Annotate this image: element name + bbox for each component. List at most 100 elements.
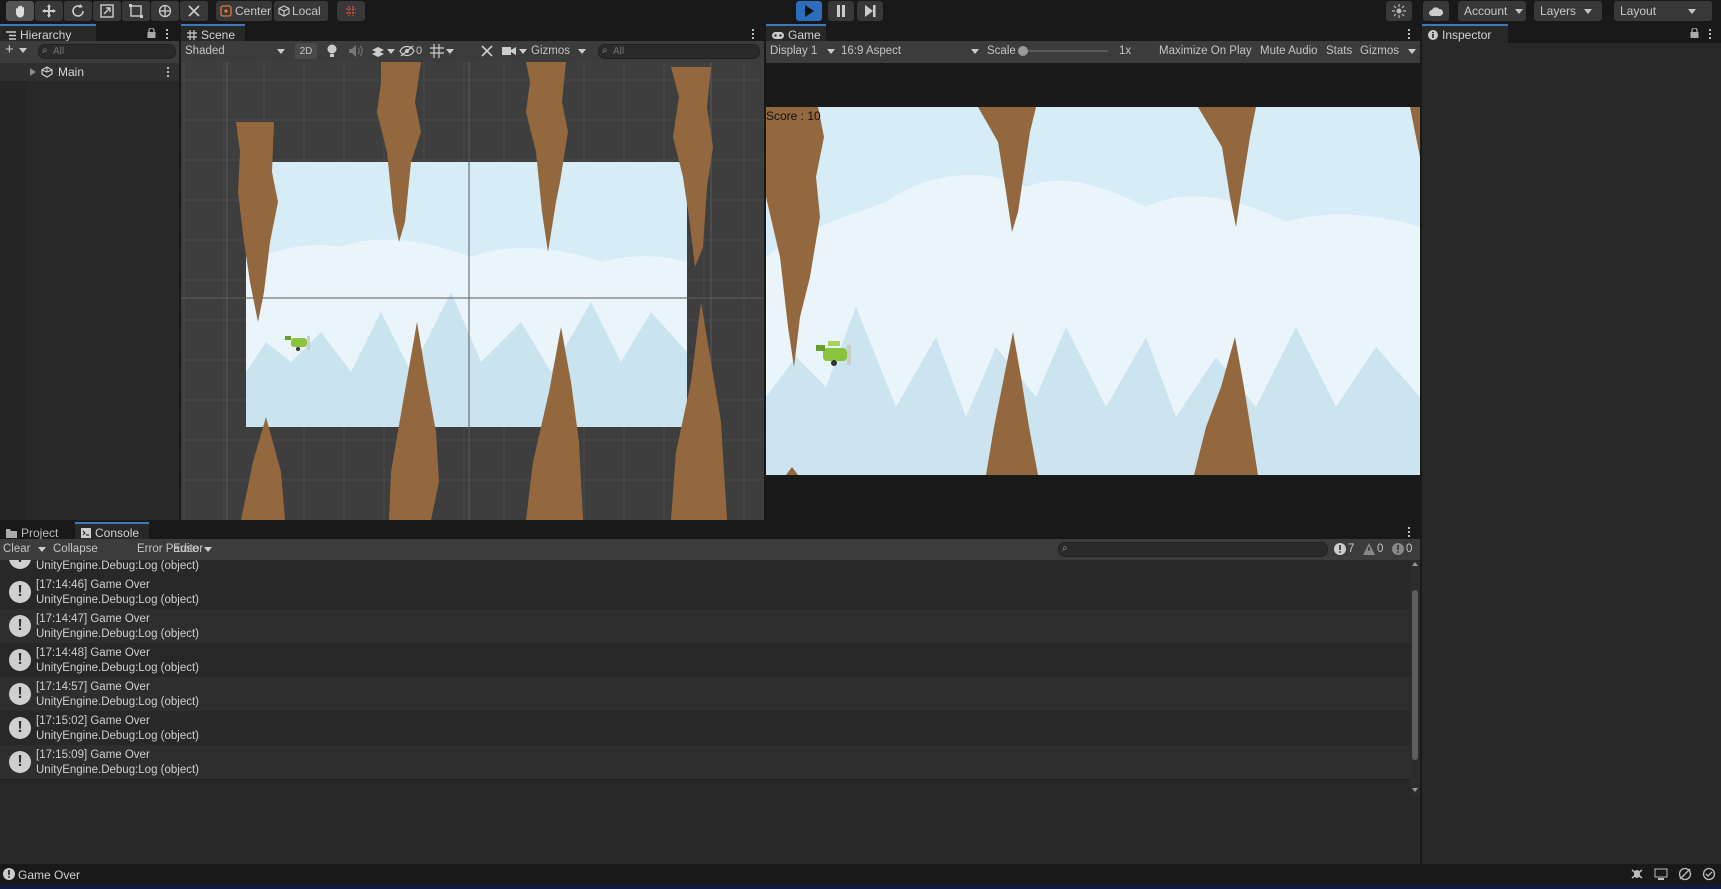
layout-dropdown[interactable]: Layout <box>1614 1 1712 21</box>
shading-dropdown-icon[interactable] <box>277 49 285 54</box>
debug-mode-icon[interactable] <box>1630 868 1644 880</box>
editor-dropdown[interactable]: Editor <box>173 541 203 557</box>
effects-dropdown-icon[interactable] <box>387 49 395 54</box>
lighting-icon[interactable] <box>326 44 338 58</box>
inspector-menu-icon[interactable] <box>1709 29 1712 39</box>
pivot-center-button[interactable]: Center <box>216 1 272 21</box>
clear-dropdown-icon[interactable] <box>38 547 46 552</box>
log-trace: UnityEngine.Debug:Log (object) <box>36 764 200 776</box>
scene-root-row[interactable]: Main <box>0 63 179 81</box>
network-icon[interactable] <box>1654 868 1668 880</box>
collapse-toggle[interactable]: Collapse <box>53 541 98 557</box>
status-message[interactable]: Game Over <box>18 868 80 882</box>
log-trace: UnityEngine.Debug:Log (object) <box>36 560 200 572</box>
aspect-dropdown-icon[interactable] <box>971 49 979 54</box>
game-gizmos-toggle[interactable]: Gizmos <box>1360 43 1399 59</box>
grid-dropdown-icon[interactable] <box>446 49 454 54</box>
audio-icon[interactable] <box>349 45 363 57</box>
stats-toggle[interactable]: Stats <box>1326 43 1352 59</box>
inspector-lock-icon[interactable] <box>1690 28 1699 38</box>
tab-inspector[interactable]: Inspector <box>1422 24 1508 44</box>
pause-button[interactable] <box>828 1 854 21</box>
scene-menu-icon[interactable] <box>167 67 170 77</box>
pivot-space-button[interactable]: Local <box>274 1 328 21</box>
scene-search-input[interactable]: All <box>598 44 760 59</box>
move-tool-button[interactable] <box>35 1 63 21</box>
hand-tool-button[interactable] <box>6 1 34 21</box>
scene-menu-icon[interactable] <box>752 29 755 39</box>
progress-check-icon[interactable] <box>1702 867 1716 881</box>
list-item[interactable]: ! [17:14:57] Game Over UnityEngine.Debug… <box>0 677 1413 711</box>
effects-icon[interactable] <box>371 45 385 57</box>
step-icon <box>865 5 876 17</box>
lock-icon[interactable] <box>147 28 156 38</box>
aspect-label: 16:9 Aspect <box>841 45 902 57</box>
console-search-input[interactable] <box>1058 542 1328 557</box>
display-dropdown-icon[interactable] <box>827 49 835 54</box>
editor-dropdown-icon[interactable] <box>204 547 212 552</box>
grid-toggle-icon[interactable] <box>430 44 444 58</box>
log-info-icon[interactable] <box>1334 543 1346 555</box>
space-label: Local <box>292 4 321 18</box>
log-trace: UnityEngine.Debug:Log (object) <box>36 696 200 708</box>
expand-arrow-icon[interactable] <box>30 68 36 76</box>
scale-slider-track[interactable] <box>1023 50 1108 52</box>
create-dropdown-icon[interactable] <box>19 48 27 53</box>
list-item[interactable]: ! [17:15:09] Game Over UnityEngine.Debug… <box>0 745 1413 779</box>
custom-tool-button[interactable] <box>180 1 208 21</box>
rotate-tool-button[interactable] <box>64 1 92 21</box>
layout-label: Layout <box>1620 4 1657 18</box>
rect-tool-button[interactable] <box>122 1 150 21</box>
camera-dropdown-icon[interactable] <box>519 49 527 54</box>
maximize-on-play-toggle[interactable]: Maximize On Play <box>1159 43 1252 59</box>
list-item[interactable]: ! UnityEngine.Debug:Log (object) <box>0 560 1413 575</box>
log-trace: UnityEngine.Debug:Log (object) <box>36 628 200 640</box>
create-plus-icon[interactable]: + <box>5 42 14 57</box>
hierarchy-menu-icon[interactable] <box>166 29 169 39</box>
log-info-icon: ! <box>9 581 31 603</box>
scroll-up-icon[interactable] <box>1412 562 1418 566</box>
camera-icon[interactable] <box>502 45 516 56</box>
log-info-icon: ! <box>9 615 31 637</box>
game-menu-icon[interactable] <box>1408 29 1411 39</box>
hierarchy-panel: Hierarchy + All Main <box>0 24 179 520</box>
list-item[interactable]: ! [17:15:02] Game Over UnityEngine.Debug… <box>0 711 1413 745</box>
console-toolbar: Clear Collapse Error Pause Editor 7 0 0 <box>0 539 1420 560</box>
mute-audio-toggle[interactable]: Mute Audio <box>1260 43 1318 59</box>
scene-visibility-icon[interactable] <box>399 45 415 57</box>
services-button[interactable] <box>1386 1 1412 21</box>
scrollbar-thumb[interactable] <box>1412 590 1418 760</box>
list-item[interactable]: ! [17:14:46] Game Over UnityEngine.Debug… <box>0 575 1413 609</box>
warning-icon[interactable] <box>1363 543 1375 555</box>
account-dropdown[interactable]: Account <box>1458 1 1526 21</box>
game-gizmos-dropdown-icon[interactable] <box>1408 49 1416 54</box>
layers-dropdown[interactable]: Layers <box>1534 1 1602 21</box>
transform-tool-button[interactable] <box>151 1 179 21</box>
console-scrollbar[interactable] <box>1410 560 1420 796</box>
cache-server-icon[interactable] <box>1678 867 1692 881</box>
game-viewport[interactable] <box>766 107 1420 475</box>
grid-snap-button[interactable] <box>337 1 365 21</box>
console-menu-icon[interactable] <box>1408 527 1411 537</box>
layers-label: Layers <box>1540 4 1577 18</box>
hierarchy-search-input[interactable]: All <box>38 44 176 59</box>
tools-overlay-icon[interactable] <box>480 45 494 57</box>
shading-mode-dropdown[interactable]: Shaded <box>185 43 285 59</box>
error-icon[interactable] <box>1392 543 1404 555</box>
cloud-button[interactable] <box>1423 1 1449 21</box>
scene-viewport[interactable] <box>181 62 764 520</box>
gizmos-dropdown-icon[interactable] <box>578 49 586 54</box>
scroll-down-icon[interactable] <box>1412 788 1418 792</box>
aspect-dropdown[interactable]: 16:9 Aspect <box>841 43 961 59</box>
console-log-list[interactable]: ! UnityEngine.Debug:Log (object) ! [17:1… <box>0 560 1413 796</box>
clear-button[interactable]: Clear <box>3 541 30 557</box>
list-item[interactable]: ! [17:14:48] Game Over UnityEngine.Debug… <box>0 643 1413 677</box>
play-button[interactable] <box>796 1 822 21</box>
scale-tool-button[interactable] <box>93 1 121 21</box>
display-dropdown[interactable]: Display 1 <box>770 43 834 59</box>
step-button[interactable] <box>857 1 883 21</box>
clear-label: Clear <box>3 543 31 555</box>
mode-2d-toggle[interactable]: 2D <box>295 43 317 59</box>
list-item[interactable]: ! [17:14:47] Game Over UnityEngine.Debug… <box>0 609 1413 643</box>
scale-slider-handle[interactable] <box>1018 46 1028 56</box>
